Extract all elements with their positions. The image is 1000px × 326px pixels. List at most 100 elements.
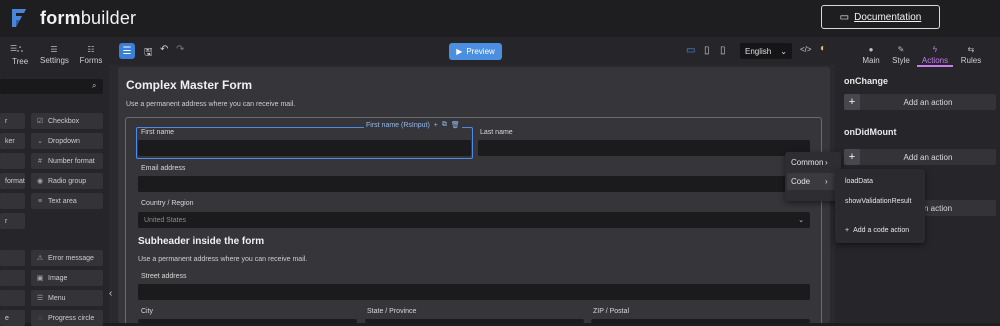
menu-item-label: Common [791,158,824,167]
tab-main-label: Main [862,56,880,65]
component-label: Text area [48,197,77,205]
component-dropdown[interactable]: ⌄ Dropdown [31,133,103,149]
tab-tree[interactable]: ஃ Tree [12,45,28,66]
plus-icon: + [844,149,860,165]
submenu-item-loaddata[interactable]: loadData [845,178,873,185]
language-select[interactable]: English ⌄ [740,43,792,59]
component-item[interactable]: e [0,310,25,326]
component-label: Checkbox [48,117,80,125]
first-name-input[interactable] [138,140,471,156]
component-label: Error message [48,254,94,262]
number-format-icon: # [38,157,42,165]
tab-actions[interactable]: ϟ Actions [920,45,950,65]
component-item[interactable]: r [0,213,25,229]
form-title: Complex Master Form [126,78,253,92]
component-item[interactable] [0,250,25,266]
component-error-message[interactable]: ⚠ Error message [31,250,103,266]
country-value: United States [144,216,187,224]
country-select[interactable]: United States ⌄ [138,212,810,228]
add-action-button[interactable]: + Add an action [844,94,996,110]
component-item[interactable] [0,270,25,286]
last-name-input[interactable] [478,140,810,156]
chevron-down-icon: ⌄ [798,217,804,224]
component-label: Menu [48,294,66,302]
language-value: English [745,46,772,56]
tablet-view-icon[interactable]: ▯ [704,45,710,56]
preview-label: Preview [466,47,495,56]
menu-icon: ☰ [36,295,44,302]
component-checkbox[interactable]: ☑ Checkbox [31,113,103,129]
menu-item-code[interactable]: Code [791,177,810,186]
brush-icon: ✎ [897,45,905,54]
preview-button[interactable]: ▶ Preview [449,43,502,60]
city-input[interactable] [138,319,357,323]
tab-rules[interactable]: ⇆ Rules [959,45,983,65]
logo-text: formbuilder [40,8,136,29]
desktop-view-icon[interactable]: ▭ [686,45,695,56]
warning-icon: ⚠ [36,255,44,262]
last-name-label: Last name [480,129,513,136]
code-icon[interactable]: </> [800,45,812,54]
chevron-left-icon[interactable]: ‹ [109,288,112,299]
rules-icon: ⇆ [967,45,975,54]
radio-icon: ◉ [36,178,44,185]
copy-icon[interactable]: ⧉ [442,121,447,129]
checkbox-icon: ☑ [36,118,44,125]
component-item[interactable] [0,290,25,306]
form-description: Use a permanent address where you can re… [126,101,296,108]
submenu-item-showvalidationresult[interactable]: showValidationResult [845,198,911,205]
mobile-view-icon[interactable]: ▯ [720,45,726,56]
tab-settings[interactable]: ☰ Settings [40,45,69,65]
redo-icon[interactable]: ↷ [176,44,184,55]
tab-main[interactable]: ● Main [860,45,882,65]
tree-icon: ஃ [16,45,24,54]
selected-component-tag: First name (RsInput) + ⧉ 🗑 [364,121,462,129]
logo-light: builder [80,8,137,28]
circle-icon: ● [868,45,874,54]
theme-toggle-icon[interactable]: ◐ [820,43,826,54]
bolt-icon: ϟ [932,45,938,54]
component-item[interactable] [0,193,25,209]
component-menu[interactable]: ☰ Menu [31,290,103,306]
component-item[interactable]: format [0,173,25,189]
tab-style-label: Style [892,56,910,65]
email-input[interactable] [138,176,810,192]
progress-circle-icon: ◌ [37,314,43,322]
text-area-icon: ≡ [37,197,43,205]
country-label: Country / Region [141,200,194,207]
component-progress-circle[interactable]: ◌ Progress circle [31,310,103,326]
component-label: Dropdown [48,137,80,145]
component-label: format [5,177,25,185]
component-radio-group[interactable]: ◉ Radio group [31,173,103,189]
state-input[interactable] [365,319,584,323]
toggle-menu-button[interactable]: ☰ [119,43,135,59]
logo-icon [12,9,26,27]
plus-icon[interactable]: + [434,122,438,129]
zip-input[interactable] [591,319,810,323]
add-action-button[interactable]: + Add an action [844,149,996,165]
menu-item-common[interactable]: Common [791,158,823,167]
component-label: r [5,117,8,125]
book-icon: ▭ [839,11,850,23]
active-tab-indicator [917,65,953,67]
component-item[interactable]: ker [0,133,25,149]
component-item[interactable] [0,153,25,169]
add-code-action-button[interactable]: + Add a code action [845,227,909,234]
component-search-input[interactable] [0,79,103,94]
undo-icon[interactable]: ↶ [160,44,168,55]
component-image[interactable]: ▣ Image [31,270,103,286]
add-action-label: n action [924,203,953,213]
city-label: City [141,308,154,315]
chevron-down-icon: ⌄ [780,46,787,56]
tab-style[interactable]: ✎ Style [890,45,912,65]
tab-forms[interactable]: ☷ Forms [79,45,103,65]
street-input[interactable] [138,284,810,300]
component-number-format[interactable]: # Number format [31,153,103,169]
logo-bold: form [40,8,81,28]
street-label: Street address [141,273,187,280]
documentation-button[interactable]: ▭ Documentation [821,5,940,29]
trash-icon[interactable]: 🗑 [451,121,460,129]
component-item[interactable]: r [0,113,25,129]
component-text-area[interactable]: ≡ Text area [31,193,103,209]
save-icon[interactable]: 🖫 [144,45,153,62]
